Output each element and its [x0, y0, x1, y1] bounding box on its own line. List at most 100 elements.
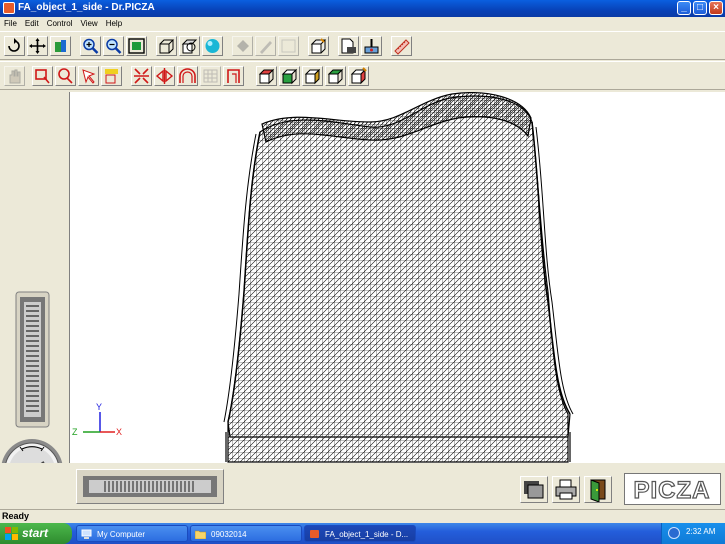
taskbar: start My Computer 09032014 FA_object_1_s…: [0, 523, 725, 544]
brush-button[interactable]: [255, 36, 276, 56]
mirror-button[interactable]: [154, 66, 175, 86]
select-point-button[interactable]: [78, 66, 99, 86]
menu-help[interactable]: Help: [102, 17, 126, 30]
3d-viewport[interactable]: Y Z X: [69, 92, 725, 463]
layer-1-button[interactable]: [256, 66, 277, 86]
blank-tool-button[interactable]: [278, 36, 299, 56]
color-tool-button[interactable]: [50, 36, 71, 56]
network-icon[interactable]: [668, 527, 680, 539]
paint-bucket-button[interactable]: [232, 36, 253, 56]
menu-view[interactable]: View: [76, 17, 101, 30]
horizontal-rotation-slider[interactable]: [76, 469, 224, 504]
hand-tool-button[interactable]: [4, 66, 25, 86]
select-all-button[interactable]: [101, 66, 122, 86]
mirror-icon: [155, 68, 174, 84]
view-reset-button[interactable]: [520, 476, 548, 503]
close-button[interactable]: ×: [709, 1, 723, 15]
mesh-canvas[interactable]: Y Z X: [70, 92, 725, 463]
paint-bucket-icon: [237, 40, 249, 52]
layer-5-button[interactable]: [348, 66, 369, 86]
status-text: Ready: [2, 511, 30, 521]
brush-icon: [260, 41, 272, 54]
crop-button[interactable]: [223, 66, 244, 86]
title-bar[interactable]: FA_object_1_side - Dr.PICZA _ □ ×: [0, 0, 725, 17]
edit-mesh-icon: [310, 38, 327, 54]
wireframe-cube-button[interactable]: [156, 36, 177, 56]
wireframe-cube-icon: [159, 39, 175, 54]
wireframe-object: [223, 92, 574, 463]
task-label: FA_object_1_side - D...: [325, 530, 409, 539]
layer-1-icon: [258, 68, 275, 85]
shaded-cube-button[interactable]: [179, 36, 200, 56]
layer-2-button[interactable]: [279, 66, 300, 86]
edit-mesh-button[interactable]: [308, 36, 329, 56]
align-icon: [134, 68, 149, 84]
layer-4-button[interactable]: [325, 66, 346, 86]
layer-3-button[interactable]: [302, 66, 323, 86]
taskbar-item-my-computer[interactable]: My Computer: [76, 525, 188, 542]
align-button[interactable]: [131, 66, 152, 86]
smooth-button[interactable]: [177, 66, 198, 86]
color-tool-icon: [55, 40, 66, 52]
windows-logo-icon: [5, 527, 18, 540]
y-axis-label: Y: [96, 402, 102, 412]
blank-tool-icon: [281, 39, 296, 53]
menu-file[interactable]: File: [0, 17, 21, 30]
select-rect-button[interactable]: [32, 66, 53, 86]
edit-toolbar: [0, 61, 725, 90]
zoom-out-button[interactable]: [103, 36, 124, 56]
maximize-button[interactable]: □: [693, 1, 707, 15]
picza-logo: PICZA: [624, 473, 721, 505]
start-button[interactable]: start: [0, 523, 72, 544]
bottom-control-panel: PICZA: [0, 463, 725, 509]
zoom-in-icon: [83, 38, 99, 54]
logo-text: PICZA: [634, 477, 711, 504]
select-lasso-button[interactable]: [55, 66, 76, 86]
task-label: 09032014: [211, 530, 247, 539]
app-task-icon: [310, 530, 319, 538]
select-point-icon: [82, 69, 96, 84]
layer-3-icon: [304, 68, 321, 85]
vertical-zoom-slider[interactable]: [15, 291, 50, 428]
menu-edit[interactable]: Edit: [21, 17, 43, 30]
clock: 2:32 AM: [686, 527, 716, 536]
print-icon: [555, 479, 577, 500]
menu-control[interactable]: Control: [43, 17, 77, 30]
grid-button[interactable]: [200, 66, 221, 86]
axis-indicator: Y Z X: [72, 402, 122, 437]
print-button[interactable]: [552, 476, 580, 503]
rotate-tool-icon: [8, 38, 20, 52]
sphere-icon: [205, 39, 220, 53]
taskbar-item-drpicza[interactable]: FA_object_1_side - D...: [304, 525, 416, 542]
crop-icon: [227, 69, 240, 83]
exit-button[interactable]: [584, 476, 612, 503]
computer-icon: [81, 529, 92, 539]
grid-icon: [203, 69, 218, 83]
left-control-panel: [0, 92, 69, 501]
scan-document-button[interactable]: [338, 36, 359, 56]
hand-icon: [9, 69, 21, 84]
exit-door-icon: [590, 479, 606, 503]
horizontal-dial-graphic: [83, 476, 217, 497]
scan-settings-button[interactable]: [361, 36, 382, 56]
start-label: start: [22, 526, 49, 540]
minimize-button[interactable]: _: [677, 1, 691, 15]
layer-5-icon: [350, 67, 367, 85]
select-all-icon: [105, 69, 118, 84]
zoom-out-icon: [106, 38, 122, 54]
fit-view-button[interactable]: [126, 36, 147, 56]
view-reset-icon: [524, 481, 544, 499]
taskbar-item-folder[interactable]: 09032014: [190, 525, 302, 542]
smooth-icon: [179, 68, 196, 83]
measure-button[interactable]: [391, 36, 412, 56]
move-tool-button[interactable]: [27, 36, 48, 56]
measure-icon: [394, 39, 410, 55]
rotate-tool-button[interactable]: [4, 36, 25, 56]
move-tool-icon: [29, 38, 46, 54]
system-tray: 2:32 AM: [661, 523, 725, 544]
rotation-knob[interactable]: [1, 439, 63, 501]
x-axis-label: X: [116, 427, 122, 437]
sphere-button[interactable]: [202, 36, 223, 56]
zoom-in-button[interactable]: [80, 36, 101, 56]
app-icon[interactable]: [3, 2, 15, 14]
